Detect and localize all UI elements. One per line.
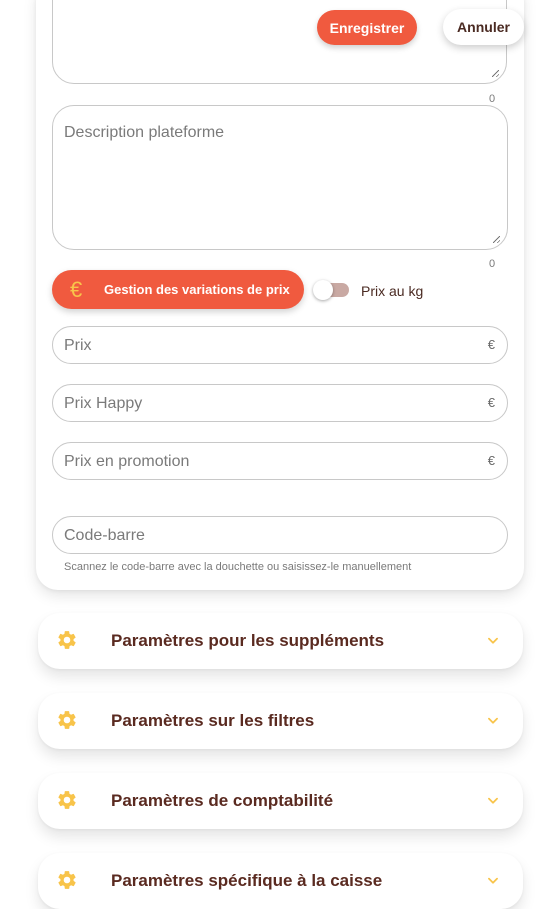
toggle-knob[interactable] <box>313 280 333 300</box>
section-title: Paramètres sur les filtres <box>111 711 315 730</box>
price-variations-button[interactable]: € Gestion des variations de prix <box>52 270 304 309</box>
promo-price-input[interactable]: Prix en promotion € <box>52 442 508 480</box>
section-filters[interactable]: Paramètres sur les filtres <box>38 693 523 749</box>
barcode-placeholder: Code-barre <box>64 527 145 544</box>
chevron-down-icon[interactable] <box>486 634 500 648</box>
barcode-hint: Scannez le code-barre avec la douchette … <box>64 561 412 573</box>
gear-icon <box>58 791 76 809</box>
description-counter: 0 <box>489 258 496 270</box>
section-title: Paramètres de comptabilité <box>111 791 334 810</box>
euro-icon: € <box>70 277 83 302</box>
resize-handle-icon[interactable] <box>493 236 500 243</box>
description-placeholder: Description plateforme <box>64 124 225 141</box>
chevron-down-icon[interactable] <box>486 714 500 728</box>
price-per-kg-label: Prix au kg <box>361 283 424 299</box>
price-placeholder: Prix <box>64 337 92 354</box>
previous-textarea[interactable] <box>52 0 507 84</box>
save-button[interactable]: Enregistrer <box>317 10 417 45</box>
resize-handle-icon[interactable] <box>492 70 499 77</box>
section-accounting[interactable]: Paramètres de comptabilité <box>38 773 523 829</box>
currency-symbol: € <box>487 337 495 352</box>
currency-symbol: € <box>487 453 495 468</box>
section-title: Paramètres pour les suppléments <box>111 631 385 650</box>
chevron-down-icon[interactable] <box>486 874 500 888</box>
description-platform-textarea[interactable]: Description plateforme <box>52 105 508 250</box>
price-variations-label: Gestion des variations de prix <box>104 282 290 297</box>
previous-textarea-counter: 0 <box>489 93 496 105</box>
cancel-button[interactable]: Annuler <box>443 9 524 45</box>
currency-symbol: € <box>487 395 495 410</box>
barcode-input[interactable]: Code-barre <box>52 516 508 554</box>
section-supplements[interactable]: Paramètres pour les suppléments <box>38 613 523 669</box>
happy-price-input[interactable]: Prix Happy € <box>52 384 508 422</box>
gear-icon <box>58 871 76 889</box>
price-per-kg-toggle[interactable] <box>313 280 349 300</box>
promo-price-placeholder: Prix en promotion <box>64 453 190 470</box>
happy-price-placeholder: Prix Happy <box>64 395 143 412</box>
section-register[interactable]: Paramètres spécifique à la caisse <box>38 853 523 909</box>
gear-icon <box>58 711 76 729</box>
chevron-down-icon[interactable] <box>486 794 500 808</box>
price-input[interactable]: Prix € <box>52 326 508 364</box>
gear-icon <box>58 631 76 649</box>
section-title: Paramètres spécifique à la caisse <box>111 871 383 890</box>
